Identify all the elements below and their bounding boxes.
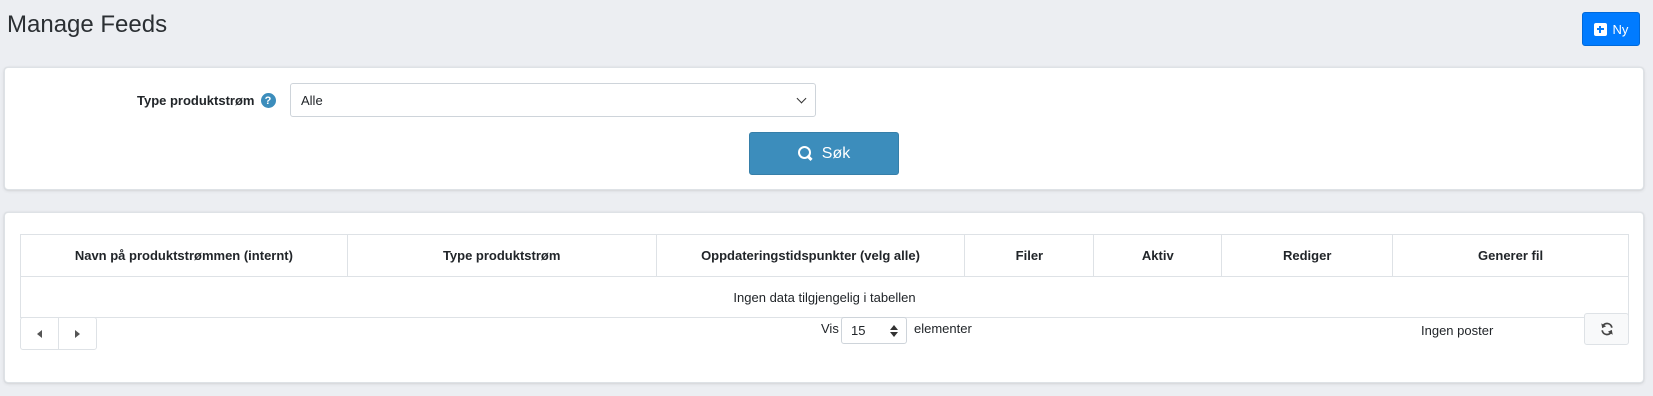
column-header-edit[interactable]: Rediger [1221, 234, 1394, 277]
chevron-down-icon [796, 93, 807, 103]
feeds-table: Navn på produktstrømmen (internt) Type p… [20, 234, 1629, 318]
help-icon[interactable]: ? [260, 93, 276, 108]
feed-type-label: Type produktstrøm ? [137, 93, 276, 108]
new-feed-button[interactable]: Ny [1582, 12, 1640, 46]
search-button-label: Søk [821, 144, 851, 162]
caret-right-icon [75, 329, 80, 338]
new-feed-label: Ny [1612, 21, 1629, 37]
search-button[interactable]: Søk [749, 132, 899, 175]
table-header-row: Navn på produktstrømmen (internt) Type p… [20, 234, 1629, 277]
sort-icon [889, 324, 899, 337]
previous-page-button[interactable] [21, 318, 58, 349]
plus-square-icon [1593, 22, 1607, 36]
column-header-name[interactable]: Navn på produktstrømmen (internt) [20, 234, 348, 277]
feeds-table-panel: Navn på produktstrømmen (internt) Type p… [4, 212, 1644, 383]
search-panel: Type produktstrøm ? Alle Søk [4, 67, 1644, 190]
refresh-button[interactable] [1584, 313, 1629, 345]
search-icon [797, 146, 813, 161]
table-row: Ingen data tilgjengelig i tabellen [20, 276, 1629, 318]
column-header-files[interactable]: Filer [964, 234, 1095, 277]
feed-type-select[interactable]: Alle [290, 83, 816, 117]
refresh-icon [1600, 322, 1613, 336]
records-info: Ingen poster [1421, 323, 1494, 338]
page-title: Manage Feeds [7, 11, 168, 38]
show-label: Vis [821, 321, 839, 336]
page-size-value: 15 [851, 323, 866, 338]
empty-table-message: Ingen data tilgjengelig i tabellen [20, 276, 1629, 318]
pager [20, 317, 97, 350]
caret-left-icon [37, 329, 42, 338]
column-header-active[interactable]: Aktiv [1093, 234, 1223, 277]
page-size-select[interactable]: 15 [841, 317, 907, 344]
column-header-generate-file[interactable]: Generer fil [1392, 234, 1629, 277]
column-header-type[interactable]: Type produktstrøm [346, 234, 657, 277]
elements-label: elementer [914, 321, 972, 336]
column-header-update-times[interactable]: Oppdateringstidspunkter (velg alle) [655, 234, 966, 277]
feed-type-value: Alle [301, 92, 323, 108]
next-page-button[interactable] [58, 318, 96, 349]
